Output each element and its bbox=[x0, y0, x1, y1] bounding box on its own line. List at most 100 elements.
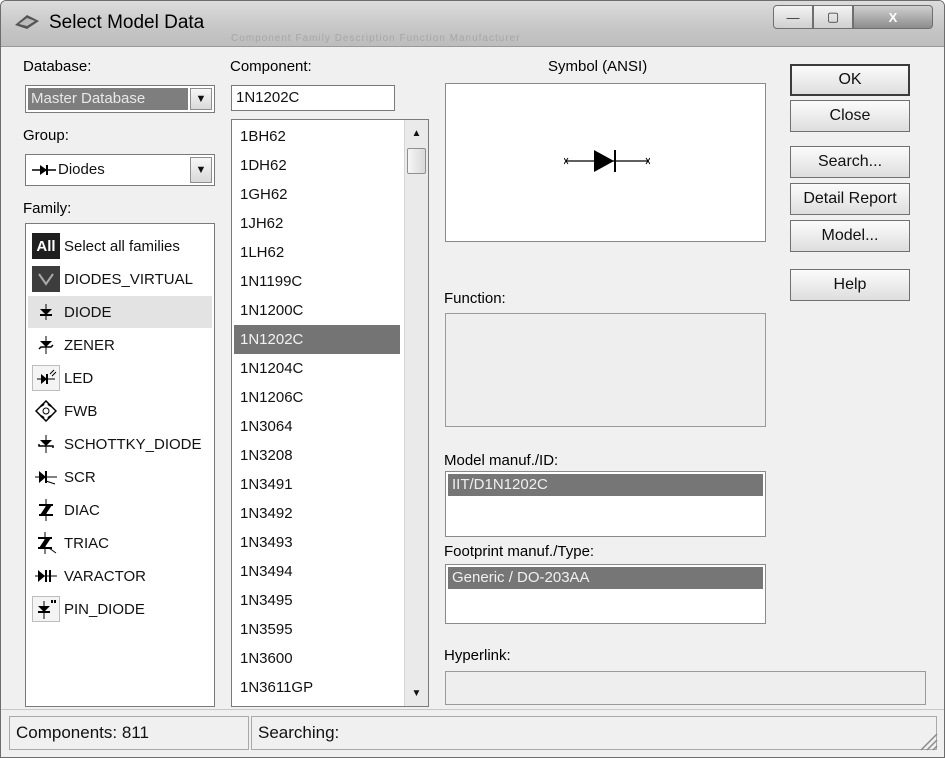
family-list[interactable]: All Select all families DIODES_VIRTUAL D… bbox=[25, 223, 215, 707]
family-label: Family: bbox=[23, 200, 72, 217]
list-item[interactable]: 1GH62 bbox=[234, 180, 400, 209]
component-list[interactable]: 1BH62 1DH62 1GH62 1JH62 1LH62 1N1199C 1N… bbox=[231, 119, 429, 707]
maximize-icon: ▢ bbox=[826, 9, 840, 24]
family-item-label: ZENER bbox=[64, 336, 115, 354]
varactor-icon bbox=[32, 563, 60, 589]
maximize-button[interactable]: ▢ bbox=[813, 5, 853, 29]
scroll-up-arrow-icon[interactable]: ▲ bbox=[405, 122, 428, 144]
family-item-scr[interactable]: SCR bbox=[28, 461, 212, 493]
family-item-label: Select all families bbox=[64, 237, 180, 255]
bridge-rectifier-icon bbox=[32, 398, 60, 424]
all-icon: All bbox=[32, 233, 60, 259]
searching-status: Searching: bbox=[251, 716, 937, 750]
triac-icon bbox=[32, 530, 60, 556]
family-item-diac[interactable]: DIAC bbox=[28, 494, 212, 526]
family-item-label: SCR bbox=[64, 468, 96, 486]
resize-grip-icon[interactable] bbox=[916, 729, 938, 751]
schottky-icon bbox=[32, 431, 60, 457]
list-item[interactable]: 1N3493 bbox=[234, 528, 400, 557]
symbol-label: Symbol (ANSI) bbox=[548, 58, 648, 75]
list-item[interactable]: 1N3595 bbox=[234, 615, 400, 644]
ok-button[interactable]: OK bbox=[790, 64, 910, 96]
list-item[interactable]: 1N3611GP bbox=[234, 673, 400, 702]
scr-icon bbox=[32, 464, 60, 490]
component-label: Component: bbox=[230, 58, 312, 75]
family-item-label: DIAC bbox=[64, 501, 100, 519]
minimize-icon: — bbox=[786, 9, 800, 25]
list-item[interactable]: 1N3494 bbox=[234, 557, 400, 586]
model-manuf-label: Model manuf./ID: bbox=[444, 452, 559, 469]
footprint-selected-row[interactable]: Generic / DO-203AA bbox=[448, 567, 763, 589]
list-item[interactable]: 1BH62 bbox=[234, 122, 400, 151]
family-item-select-all[interactable]: All Select all families bbox=[28, 230, 212, 262]
model-manuf-list[interactable]: IIT/D1N1202C bbox=[445, 471, 766, 537]
diac-icon bbox=[32, 497, 60, 523]
title-background-text: Component Family Description Function Ma… bbox=[231, 33, 521, 44]
detail-report-button[interactable]: Detail Report bbox=[790, 183, 910, 215]
group-select[interactable]: Diodes ▼ bbox=[25, 154, 215, 186]
list-item[interactable]: 1N3600 bbox=[234, 644, 400, 673]
symbol-preview bbox=[445, 83, 766, 242]
pin-diode-icon bbox=[32, 596, 60, 622]
chevron-down-icon[interactable]: ▼ bbox=[190, 157, 212, 183]
zener-icon bbox=[32, 332, 60, 358]
list-item[interactable]: 1N1200C bbox=[234, 296, 400, 325]
diode-group-icon bbox=[32, 165, 56, 175]
status-bar: Components: 811 Searching: bbox=[1, 709, 944, 757]
family-item-pin-diode[interactable]: PIN_DIODE bbox=[28, 593, 212, 625]
list-item-selected[interactable]: 1N1202C bbox=[234, 325, 400, 354]
component-input[interactable]: 1N1202C bbox=[231, 85, 395, 111]
list-item[interactable]: 1N3495 bbox=[234, 586, 400, 615]
footprint-list[interactable]: Generic / DO-203AA bbox=[445, 564, 766, 624]
family-item-diode[interactable]: DIODE bbox=[28, 296, 212, 328]
family-item-label: PIN_DIODE bbox=[64, 600, 145, 618]
family-item-fwb[interactable]: FWB bbox=[28, 395, 212, 427]
family-item-triac[interactable]: TRIAC bbox=[28, 527, 212, 559]
family-item-label: TRIAC bbox=[64, 534, 109, 552]
family-item-label: DIODES_VIRTUAL bbox=[64, 270, 193, 288]
model-button[interactable]: Model... bbox=[790, 220, 910, 252]
family-item-diodes-virtual[interactable]: DIODES_VIRTUAL bbox=[28, 263, 212, 295]
list-item[interactable]: 1N3491 bbox=[234, 470, 400, 499]
family-item-label: LED bbox=[64, 369, 94, 387]
close-button[interactable]: Close bbox=[790, 100, 910, 132]
hyperlink-field[interactable] bbox=[445, 671, 926, 705]
model-manuf-selected-row[interactable]: IIT/D1N1202C bbox=[448, 474, 763, 496]
list-item[interactable]: 1JH62 bbox=[234, 209, 400, 238]
help-button[interactable]: Help bbox=[790, 269, 910, 301]
list-item[interactable]: 1N3492 bbox=[234, 499, 400, 528]
title-bar[interactable]: Select Model Data Component Family Descr… bbox=[1, 1, 944, 47]
minimize-button[interactable]: — bbox=[773, 5, 813, 29]
list-item[interactable]: 1N1204C bbox=[234, 354, 400, 383]
database-label: Database: bbox=[23, 58, 92, 75]
database-select[interactable]: Master Database ▼ bbox=[25, 85, 215, 113]
list-item[interactable]: 1N3064 bbox=[234, 412, 400, 441]
family-item-label: FWB bbox=[64, 402, 98, 420]
search-button[interactable]: Search... bbox=[790, 146, 910, 178]
scroll-down-arrow-icon[interactable]: ▼ bbox=[405, 682, 428, 704]
footprint-label: Footprint manuf./Type: bbox=[444, 543, 595, 560]
led-icon bbox=[32, 365, 60, 391]
family-item-varactor[interactable]: VARACTOR bbox=[28, 560, 212, 592]
list-item[interactable]: 1N3208 bbox=[234, 441, 400, 470]
family-item-label: SCHOTTKY_DIODE bbox=[64, 435, 202, 453]
family-item-label: VARACTOR bbox=[64, 567, 146, 585]
component-list-scrollbar[interactable]: ▲ ▼ bbox=[404, 120, 428, 706]
function-label: Function: bbox=[444, 290, 506, 307]
close-window-button[interactable]: X bbox=[853, 5, 933, 29]
hyperlink-label: Hyperlink: bbox=[444, 647, 511, 664]
family-item-zener[interactable]: ZENER bbox=[28, 329, 212, 361]
function-field bbox=[445, 313, 766, 427]
list-item[interactable]: 1DH62 bbox=[234, 151, 400, 180]
family-item-schottky-diode[interactable]: SCHOTTKY_DIODE bbox=[28, 428, 212, 460]
family-item-label: DIODE bbox=[64, 303, 112, 321]
diode-symbol-icon bbox=[564, 150, 650, 172]
virtual-diode-icon bbox=[32, 266, 60, 292]
chevron-down-icon[interactable]: ▼ bbox=[190, 88, 212, 110]
list-item[interactable]: 1N1199C bbox=[234, 267, 400, 296]
list-item[interactable]: 1N1206C bbox=[234, 383, 400, 412]
diode-icon bbox=[32, 299, 60, 325]
list-item[interactable]: 1LH62 bbox=[234, 238, 400, 267]
family-item-led[interactable]: LED bbox=[28, 362, 212, 394]
scrollbar-thumb[interactable] bbox=[407, 148, 426, 174]
